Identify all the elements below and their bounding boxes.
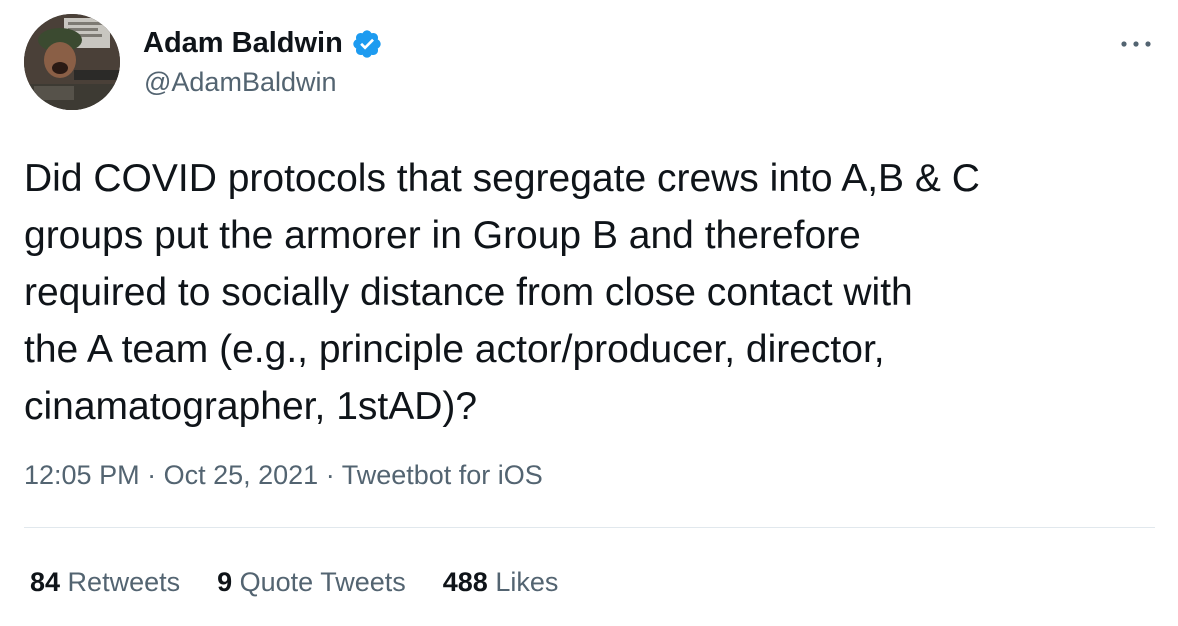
quote-tweets-stat[interactable]: 9 Quote Tweets [217,565,406,599]
likes-count: 488 [442,567,488,597]
avatar[interactable] [24,14,120,110]
retweets-stat[interactable]: 84 Retweets [30,565,180,599]
tweet-text: Did COVID protocols that segregate crews… [24,150,1164,435]
author-handle[interactable]: @AdamBaldwin [144,66,337,98]
tweet-text-line: the A team (e.g., principle actor/produc… [24,328,885,371]
more-options-icon[interactable] [1116,28,1156,60]
likes-label: Likes [487,567,559,597]
tweet-source[interactable]: Tweetbot for iOS [342,460,543,490]
tweet-text-line: required to socially distance from close… [24,271,913,314]
quote-tweets-count: 9 [217,567,233,597]
tweet-metadata: 12:05 PM · Oct 25, 2021 · Tweetbot for i… [24,458,543,492]
tweet-text-line: Did COVID protocols that segregate crews… [24,157,980,200]
verified-badge-icon [351,28,383,60]
tweet-date[interactable]: Oct 25, 2021 [164,460,319,490]
meta-separator: · [139,460,164,490]
profile-photo-icon [24,14,120,110]
tweet-text-line: cinamatographer, 1stAD)? [24,385,478,428]
meta-separator: · [318,460,342,490]
divider [24,527,1155,528]
author-display-name[interactable]: Adam Baldwin [143,26,343,60]
retweets-label: Retweets [60,567,181,597]
likes-stat[interactable]: 488 Likes [443,565,559,599]
tweet-card: Adam Baldwin @AdamBaldwin Did COVID prot… [0,0,1178,626]
quote-tweets-label: Quote Tweets [232,567,406,597]
engagement-stats: 84 Retweets 9 Quote Tweets 488 Likes [30,565,558,599]
tweet-text-line: groups put the armorer in Group B and th… [24,214,861,257]
retweets-count: 84 [30,567,61,597]
tweet-time[interactable]: 12:05 PM [24,460,140,490]
